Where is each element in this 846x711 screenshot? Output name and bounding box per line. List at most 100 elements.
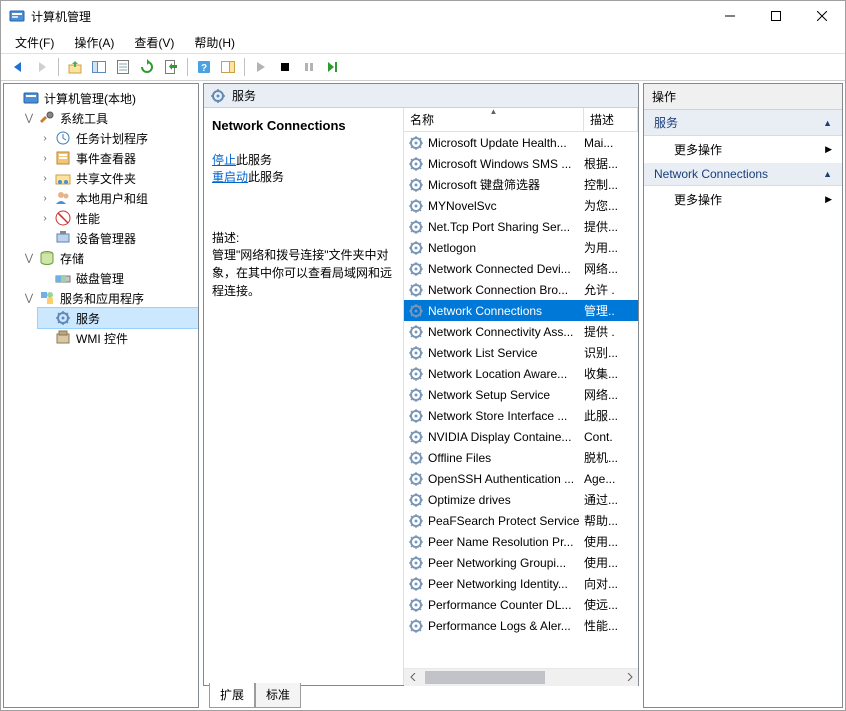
maximize-button[interactable] — [753, 1, 799, 31]
expander-icon[interactable]: › — [38, 173, 52, 184]
menu-file[interactable]: 文件(F) — [7, 32, 62, 53]
service-row[interactable]: Optimize drives通过... — [404, 489, 638, 510]
stop-service-button[interactable] — [274, 56, 296, 78]
expander-icon[interactable]: ⋁ — [22, 253, 36, 264]
column-name-header[interactable]: 名称 ▲ — [404, 108, 584, 131]
tree-local-users[interactable]: ›本地用户和组 — [38, 188, 198, 208]
tree-event-viewer[interactable]: ›事件查看器 — [38, 148, 198, 168]
show-hide-action-button[interactable] — [217, 56, 239, 78]
middle-panel: 服务 Network Connections 停止此服务 重启动此服务 描述: … — [203, 83, 639, 708]
service-row[interactable]: Performance Counter DL...使远... — [404, 594, 638, 615]
tree-storage[interactable]: ⋁ 存储 — [22, 248, 198, 268]
menu-view[interactable]: 查看(V) — [126, 32, 182, 53]
back-button[interactable] — [7, 56, 29, 78]
tree-system-tools[interactable]: ⋁ 系统工具 — [22, 108, 198, 128]
forward-button[interactable] — [31, 56, 53, 78]
actions-more-1[interactable]: 更多操作 ▶ — [644, 136, 842, 163]
actions-section-services[interactable]: 服务 ▲ — [644, 110, 842, 136]
service-row[interactable]: MYNovelSvc为您... — [404, 195, 638, 216]
tree-performance[interactable]: ›性能 — [38, 208, 198, 228]
tree-label: 服务 — [74, 310, 102, 327]
restart-service-link[interactable]: 重启动 — [212, 170, 248, 184]
column-name-label: 名称 — [410, 111, 434, 128]
tree-disk-management[interactable]: 磁盘管理 — [38, 268, 198, 288]
up-button[interactable] — [64, 56, 86, 78]
service-gear-icon — [408, 492, 424, 508]
service-row[interactable]: Microsoft Windows SMS ...根据... — [404, 153, 638, 174]
service-name-text: Peer Networking Identity... — [428, 577, 568, 591]
service-row[interactable]: PeaFSearch Protect Service帮助... — [404, 510, 638, 531]
column-desc-header[interactable]: 描述 — [584, 108, 638, 131]
expander-icon[interactable]: › — [38, 133, 52, 144]
service-row[interactable]: Network Connectivity Ass...提供 . — [404, 321, 638, 342]
service-row[interactable]: Peer Name Resolution Pr...使用... — [404, 531, 638, 552]
tree-wmi-control[interactable]: WMI 控件 — [38, 328, 198, 348]
tree-services-apps[interactable]: ⋁ 服务和应用程序 — [22, 288, 198, 308]
service-desc-cell: 网络... — [580, 386, 622, 403]
tree-panel[interactable]: 计算机管理(本地) ⋁ 系统工具 ›任务计划程序 ›事件查看器 — [3, 83, 199, 708]
scroll-left-button[interactable] — [404, 669, 421, 686]
help-button[interactable]: ? — [193, 56, 215, 78]
service-row[interactable]: Network Location Aware...收集... — [404, 363, 638, 384]
service-row[interactable]: OpenSSH Authentication ...Age... — [404, 468, 638, 489]
service-row[interactable]: Network Connected Devi...网络... — [404, 258, 638, 279]
scrollbar-track[interactable] — [421, 669, 621, 686]
export-button[interactable] — [160, 56, 182, 78]
tab-standard[interactable]: 标准 — [255, 683, 301, 708]
pause-service-button[interactable] — [298, 56, 320, 78]
service-name-cell: NVIDIA Display Containe... — [404, 429, 580, 445]
services-apps-icon — [39, 290, 55, 306]
service-row[interactable]: Microsoft 键盘筛选器控制... — [404, 174, 638, 195]
expander-icon[interactable]: ⋁ — [22, 293, 36, 304]
menubar: 文件(F) 操作(A) 查看(V) 帮助(H) — [1, 31, 845, 53]
service-desc-cell: 识别... — [580, 344, 622, 361]
service-row[interactable]: Network Setup Service网络... — [404, 384, 638, 405]
expander-icon[interactable]: › — [38, 193, 52, 204]
tree-device-manager[interactable]: 设备管理器 — [38, 228, 198, 248]
expander-icon[interactable]: › — [38, 213, 52, 224]
tree-root-label: 计算机管理(本地) — [42, 90, 138, 107]
service-row[interactable]: Performance Logs & Aler...性能... — [404, 615, 638, 636]
menu-action[interactable]: 操作(A) — [66, 32, 122, 53]
close-button[interactable] — [799, 1, 845, 31]
actions-section-selected[interactable]: Network Connections ▲ — [644, 163, 842, 186]
refresh-button[interactable] — [136, 56, 158, 78]
service-name-text: Net.Tcp Port Sharing Ser... — [428, 220, 570, 234]
service-gear-icon — [408, 597, 424, 613]
expander-icon[interactable]: › — [38, 153, 52, 164]
tree-shared-folders[interactable]: ›共享文件夹 — [38, 168, 198, 188]
service-row[interactable]: Peer Networking Identity...向对... — [404, 573, 638, 594]
show-hide-tree-button[interactable] — [88, 56, 110, 78]
service-row[interactable]: Microsoft Update Health...Mai... — [404, 132, 638, 153]
service-row[interactable]: Network Connections管理.. — [404, 300, 638, 321]
service-name-cell: Netlogon — [404, 240, 580, 256]
list-body[interactable]: Microsoft Update Health...Mai...Microsof… — [404, 132, 638, 668]
menu-help[interactable]: 帮助(H) — [186, 32, 243, 53]
service-row[interactable]: Offline Files脱机... — [404, 447, 638, 468]
service-row[interactable]: Network Store Interface ...此服... — [404, 405, 638, 426]
scrollbar-thumb[interactable] — [425, 671, 545, 684]
service-name-cell: Offline Files — [404, 450, 580, 466]
service-row[interactable]: Net.Tcp Port Sharing Ser...提供... — [404, 216, 638, 237]
service-row[interactable]: Peer Networking Groupi...使用... — [404, 552, 638, 573]
tree-services[interactable]: 服务 — [38, 308, 198, 328]
service-row[interactable]: NVIDIA Display Containe...Cont. — [404, 426, 638, 447]
tree-task-scheduler[interactable]: ›任务计划程序 — [38, 128, 198, 148]
properties-button[interactable] — [112, 56, 134, 78]
scroll-right-button[interactable] — [621, 669, 638, 686]
horizontal-scrollbar[interactable] — [404, 668, 638, 685]
minimize-button[interactable] — [707, 1, 753, 31]
tree-root[interactable]: 计算机管理(本地) — [6, 88, 198, 108]
expander-icon[interactable]: ⋁ — [22, 113, 36, 124]
service-row[interactable]: Network List Service 识别... — [404, 342, 638, 363]
restart-service-button[interactable] — [322, 56, 344, 78]
service-name-cell: Network Connections — [404, 303, 580, 319]
start-service-button[interactable] — [250, 56, 272, 78]
stop-service-link[interactable]: 停止 — [212, 153, 236, 167]
service-row[interactable]: Netlogon为用... — [404, 237, 638, 258]
tab-extended[interactable]: 扩展 — [209, 683, 255, 708]
service-row[interactable]: Network Connection Bro...允许 . — [404, 279, 638, 300]
actions-more-2[interactable]: 更多操作 ▶ — [644, 186, 842, 213]
tree-label: 服务和应用程序 — [58, 290, 146, 307]
service-name-text: Network List Service — [428, 346, 537, 360]
